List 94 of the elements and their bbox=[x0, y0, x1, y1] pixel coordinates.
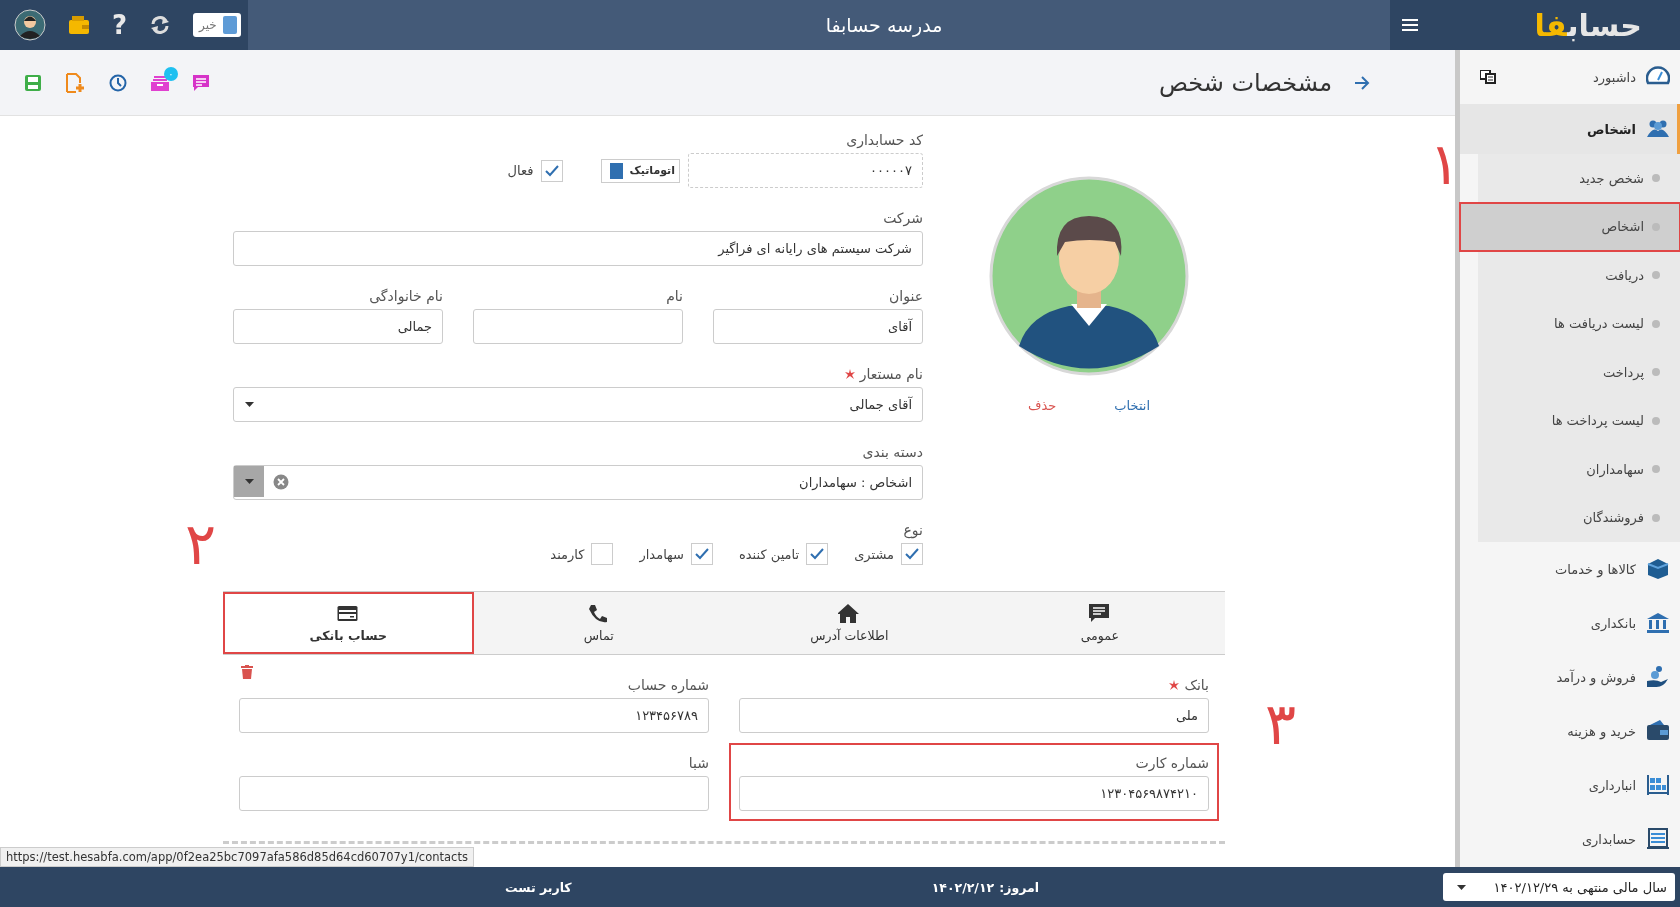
field-label: نام bbox=[666, 288, 683, 304]
input-field[interactable] bbox=[239, 776, 709, 811]
caret-icon bbox=[1457, 884, 1466, 890]
shelves-icon bbox=[1646, 773, 1670, 797]
field-label: نام مستعار bbox=[859, 366, 923, 382]
field-label: بانک bbox=[1184, 677, 1209, 693]
checkbox-label: تامین کننده bbox=[739, 546, 800, 562]
sidebar-subitem[interactable]: فروشندگان bbox=[1478, 493, 1680, 542]
fiscal-year-dropdown[interactable]: سال مالی منتهی به ۱۴۰۲/۱۲/۲۹ bbox=[1443, 873, 1675, 901]
field-label: نام خانوادگی bbox=[369, 288, 443, 304]
back-arrow-icon[interactable] bbox=[1354, 75, 1370, 90]
save-icon[interactable] bbox=[25, 74, 41, 91]
checkbox-label: مشتری bbox=[854, 546, 894, 562]
dropdown-field[interactable]: آقای جمالی bbox=[233, 387, 923, 422]
inbox-icon[interactable] bbox=[151, 74, 169, 91]
tab[interactable]: اطلاعات آدرس bbox=[724, 592, 975, 654]
input-field[interactable]: ۱۲۳۴۵۶۷۸۹ bbox=[239, 698, 709, 733]
sidebar-subitem[interactable]: اشخاص bbox=[1460, 202, 1680, 251]
app-title: مدرسه حسابفا bbox=[825, 14, 943, 36]
checkbox-label: سهامدار bbox=[639, 546, 684, 562]
field-label: دسته بندی bbox=[862, 444, 923, 460]
sidebar-item[interactable]: خرید و هزینه bbox=[1460, 704, 1680, 758]
tab[interactable]: حساب بانکی bbox=[223, 592, 474, 654]
input-field[interactable]: ۱۲۳۰۴۵۶۹۸۷۴۲۱۰ bbox=[739, 776, 1209, 811]
phone-icon bbox=[587, 603, 610, 624]
menu-button[interactable] bbox=[1402, 19, 1418, 31]
field-label: شماره کارت bbox=[1135, 755, 1209, 771]
checkbox[interactable] bbox=[806, 543, 829, 565]
auto-toggle[interactable]: اتوماتیک bbox=[601, 158, 680, 183]
logo: حسابفا bbox=[1534, 7, 1642, 43]
checkbox[interactable] bbox=[591, 543, 614, 565]
wallet-icon[interactable] bbox=[68, 15, 90, 35]
help-button[interactable]: ? bbox=[112, 10, 128, 40]
checkbox[interactable] bbox=[541, 159, 564, 182]
input-field[interactable]: آقای bbox=[713, 309, 923, 344]
wallet-icon bbox=[1646, 719, 1670, 743]
clock-icon[interactable] bbox=[109, 73, 127, 92]
field-label: کد حسابداری bbox=[846, 132, 923, 148]
sidebar-subitem[interactable]: دریافت bbox=[1478, 251, 1680, 300]
sidebar-item[interactable]: حسابداری bbox=[1460, 812, 1680, 866]
annotation-number: ۱ bbox=[1429, 135, 1460, 193]
dropdown-field[interactable]: اشخاص : سهامداران bbox=[233, 465, 923, 500]
sidebar-item[interactable]: فروش و درآمد bbox=[1460, 650, 1680, 704]
notification-badge: ۰ bbox=[164, 66, 178, 81]
tab[interactable]: عمومی bbox=[974, 592, 1225, 654]
toggle-switch[interactable]: خیر bbox=[193, 13, 241, 37]
sidebar-subitem[interactable]: لیست پرداخت ها bbox=[1478, 396, 1680, 445]
field-label: شبا bbox=[688, 755, 709, 771]
user-name: کاربر تست bbox=[505, 879, 572, 895]
dropdown-button[interactable] bbox=[234, 466, 264, 497]
caret-icon bbox=[244, 479, 254, 484]
page-title: مشخصات شخص bbox=[1158, 68, 1332, 97]
input-field[interactable] bbox=[473, 309, 683, 344]
annotation-number: ۲ bbox=[185, 515, 216, 573]
sidebar-subitem[interactable]: لیست دریافت ها bbox=[1478, 299, 1680, 348]
sidebar-item[interactable]: انبارداری bbox=[1460, 758, 1680, 812]
sidebar-item[interactable]: کالاها و خدمات bbox=[1460, 542, 1680, 596]
sidebar-subitem[interactable]: شخص جدید bbox=[1478, 154, 1680, 203]
field-label: نوع bbox=[903, 522, 923, 538]
input-field[interactable]: شرکت سیستم های رایانه ای فراگیر bbox=[233, 231, 923, 266]
input-field[interactable]: ملی bbox=[739, 698, 1209, 733]
delete-photo-link[interactable]: حذف bbox=[1027, 398, 1057, 413]
choose-photo-link[interactable]: انتخاب bbox=[1114, 398, 1151, 413]
checkbox-label: فعال bbox=[507, 163, 534, 178]
chat-icon[interactable] bbox=[193, 74, 209, 91]
coins-hand-icon bbox=[1646, 665, 1670, 689]
code-field[interactable]: ۰۰۰۰۰۷ bbox=[688, 153, 923, 188]
checkbox[interactable] bbox=[691, 543, 713, 565]
sidebar-item[interactable]: بانکداری bbox=[1460, 596, 1680, 650]
bank-icon bbox=[1646, 611, 1670, 635]
input-field[interactable]: جمالی bbox=[233, 309, 443, 344]
today-date: ۱۴۰۲/۲/۱۲ bbox=[931, 879, 995, 895]
windows-icon[interactable] bbox=[1480, 70, 1496, 84]
box-icon bbox=[1646, 557, 1670, 581]
house-icon bbox=[838, 603, 861, 624]
sidebar-subitem[interactable]: سهامداران bbox=[1478, 445, 1680, 494]
message-icon bbox=[1088, 603, 1111, 624]
annotation-number: ۳ bbox=[1265, 695, 1296, 753]
field-label: شرکت bbox=[883, 210, 923, 226]
tab[interactable]: تماس bbox=[473, 592, 724, 654]
sidebar-item[interactable]: داشبورد bbox=[1460, 50, 1680, 104]
card-icon bbox=[337, 603, 360, 624]
caret-icon bbox=[245, 402, 254, 407]
sidebar-item[interactable]: اشخاص bbox=[1460, 104, 1680, 154]
trash-icon[interactable] bbox=[241, 665, 253, 679]
checkbox-label: کارمند bbox=[550, 546, 585, 562]
today-label: امروز: bbox=[999, 879, 1039, 895]
checkbox[interactable] bbox=[901, 543, 923, 565]
sidebar-subitem[interactable]: پرداخت bbox=[1478, 348, 1680, 397]
user-avatar-icon bbox=[14, 9, 46, 41]
field-label: عنوان bbox=[889, 288, 923, 304]
clear-icon[interactable] bbox=[273, 474, 289, 490]
field-label: شماره حساب bbox=[627, 677, 709, 693]
status-url: https://test.hesabfa.com/app/0f2ea25bc7097afa586d85d64cd60707y1/contacts bbox=[0, 847, 474, 867]
